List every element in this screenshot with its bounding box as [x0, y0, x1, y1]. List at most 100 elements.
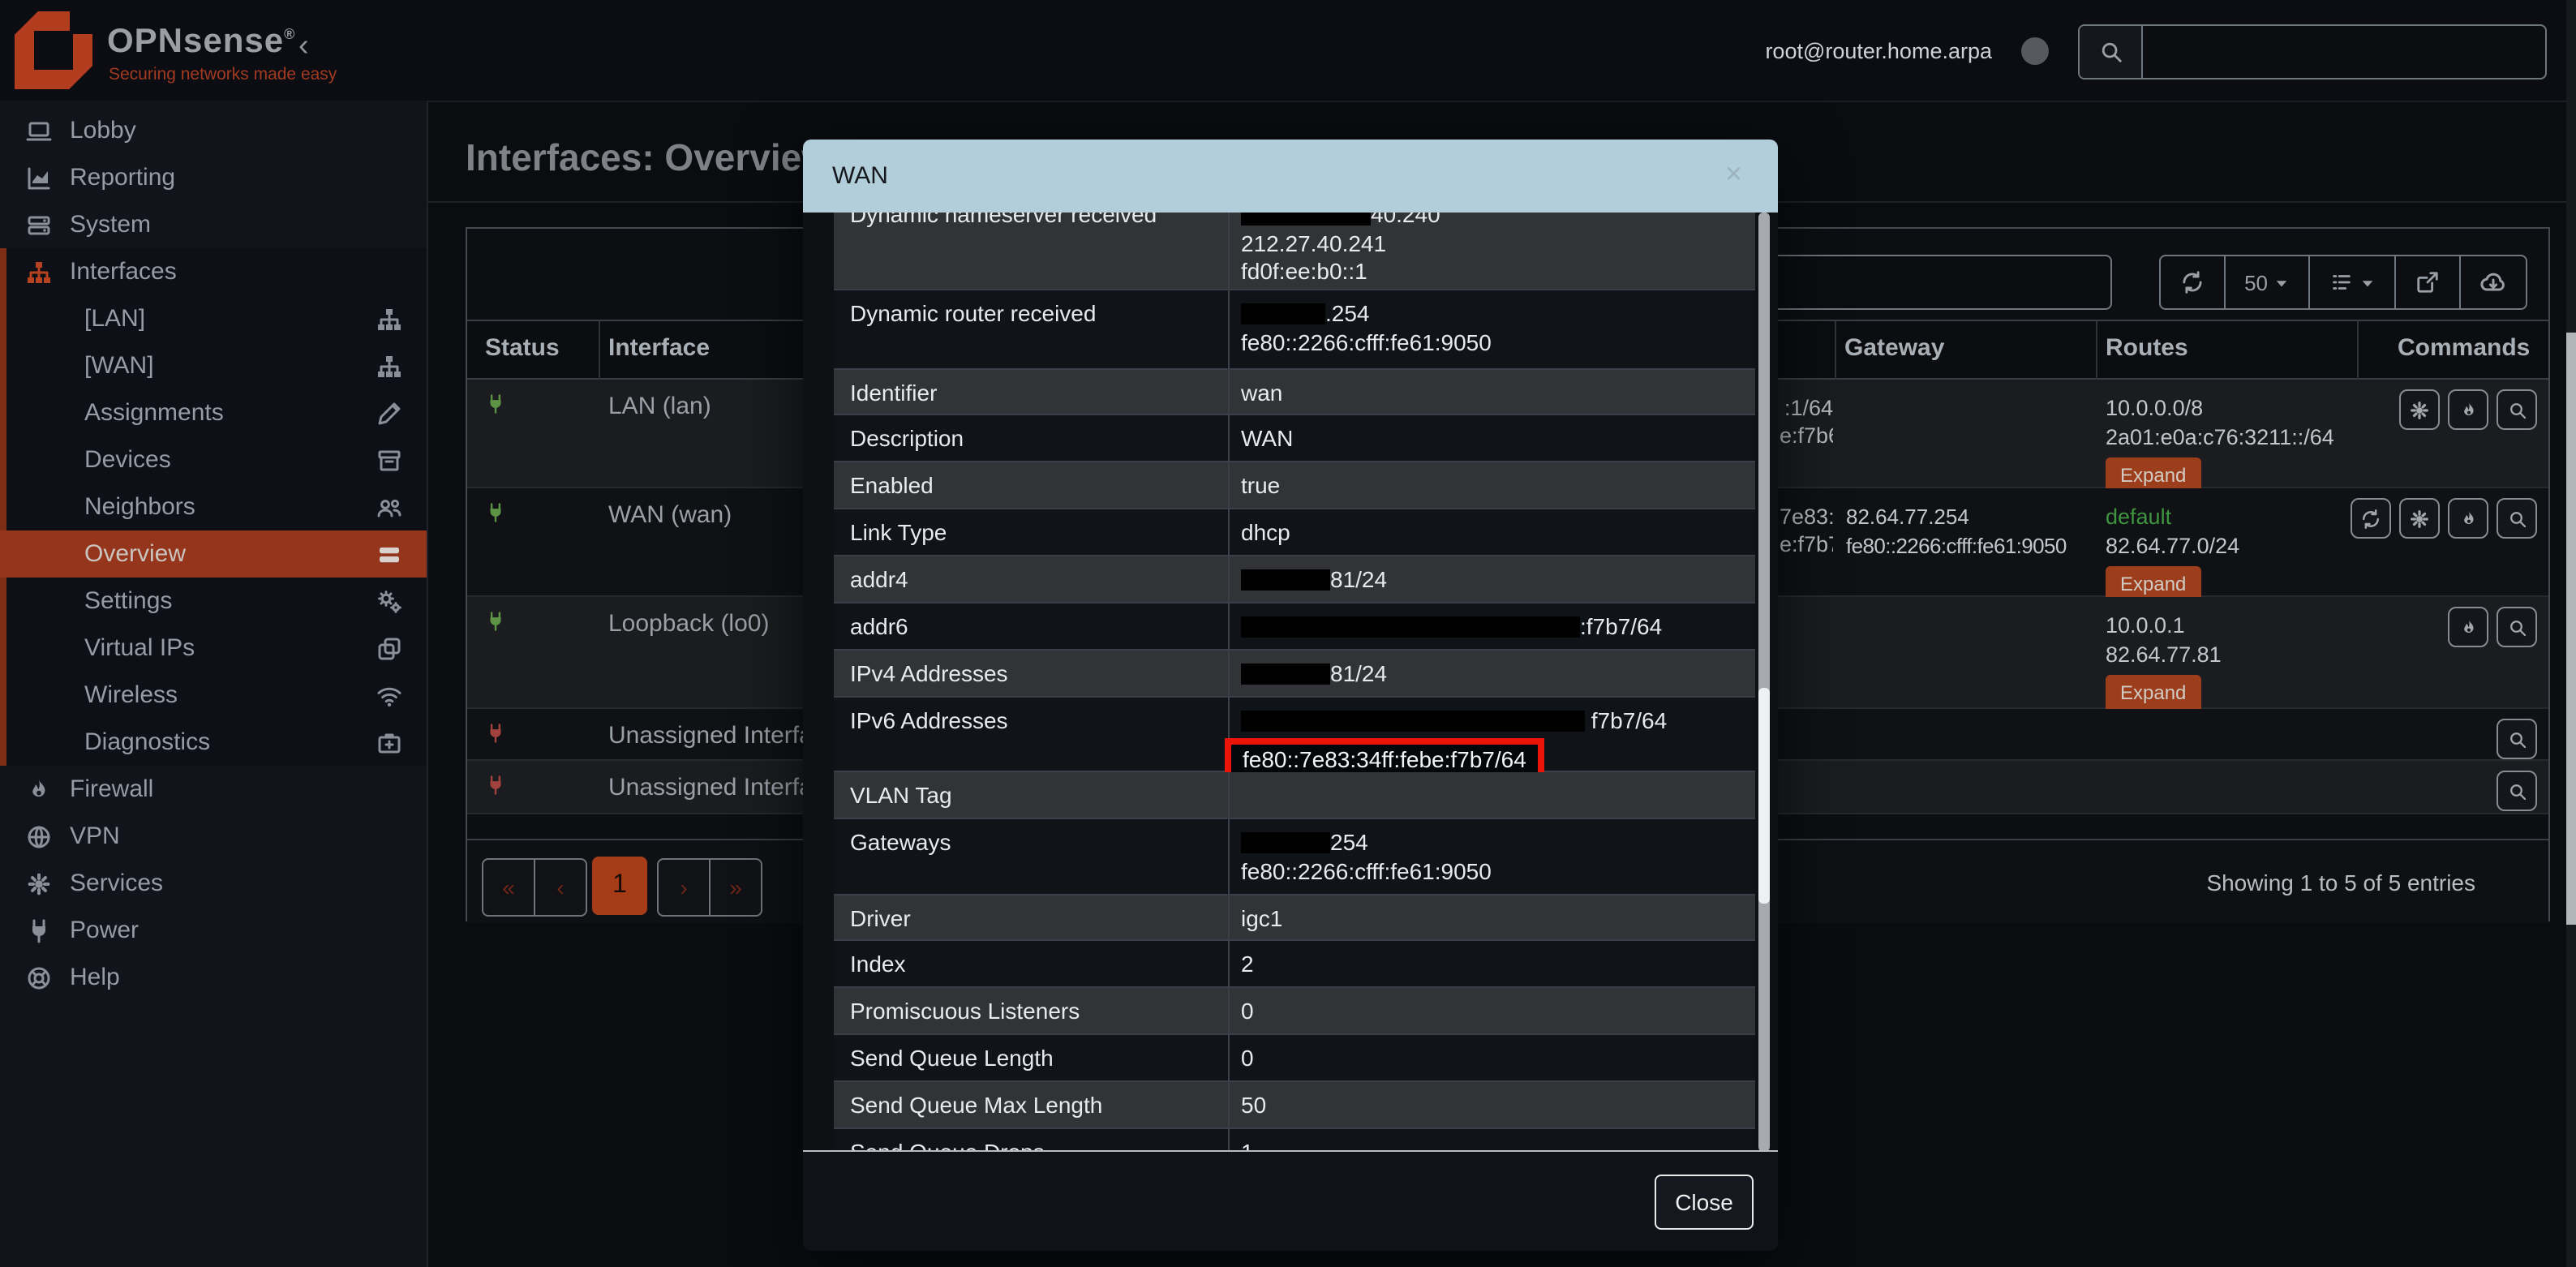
sidebar-item-wan[interactable]: [WAN]: [0, 342, 427, 389]
modal-scrollbar-thumb[interactable]: [1758, 688, 1770, 904]
download-button[interactable]: [2461, 256, 2526, 308]
magnifier-icon: [2507, 778, 2527, 804]
opnsense-logo-icon[interactable]: [15, 11, 92, 89]
details-command-button[interactable]: [2497, 719, 2537, 759]
cloud-download-icon: [2480, 269, 2506, 295]
details-command-button[interactable]: [2497, 607, 2537, 647]
firewall-command-button[interactable]: [2448, 389, 2488, 430]
registered-mark: ®: [284, 26, 295, 42]
sitemap-icon: [24, 259, 54, 285]
detail-row: Dynamic router received .254fe80::2266:c…: [834, 290, 1755, 370]
global-search-input[interactable]: [2143, 26, 2545, 78]
pagination-next[interactable]: ›: [657, 858, 711, 917]
detail-row: Driverigc1: [834, 895, 1755, 941]
sidebar-item-devices[interactable]: Devices: [0, 436, 427, 483]
detail-row: Link Typedhcp: [834, 509, 1755, 556]
refresh-button[interactable]: [2160, 256, 2225, 308]
expand-button[interactable]: Expand: [2106, 675, 2200, 713]
flame-icon: [2458, 505, 2478, 531]
flame-icon: [2458, 614, 2478, 640]
gear-icon: [2409, 505, 2430, 531]
details-command-button[interactable]: [2497, 498, 2537, 539]
search-icon: [2080, 26, 2143, 78]
col-commands[interactable]: Commands: [2398, 334, 2530, 362]
magnifier-icon: [2507, 614, 2527, 640]
wifi-icon: [375, 682, 404, 708]
sidebar-item-virtual-ips[interactable]: Virtual IPs: [0, 625, 427, 672]
detail-row: Send Queue Max Length50: [834, 1082, 1755, 1129]
page-size-dropdown[interactable]: 50: [2225, 256, 2310, 308]
detail-row: addr4 81/24: [834, 556, 1755, 603]
col-interface[interactable]: Interface: [608, 334, 710, 362]
globe-icon: [24, 823, 54, 849]
modal-scrollbar-track[interactable]: [1758, 213, 1770, 1152]
detail-row: Identifierwan: [834, 370, 1755, 415]
top-bar: OPNsense® Securing networks made easy ‹ …: [0, 0, 2576, 102]
redacted-value: [1241, 569, 1330, 591]
sidebar-item-settings[interactable]: Settings: [0, 578, 427, 625]
detail-row: Index2: [834, 941, 1755, 988]
sidebar-item-firewall[interactable]: Firewall: [0, 766, 427, 813]
modal-detail-table: Dynamic nameserver received 40.240212.27…: [834, 213, 1755, 1152]
table-toolbar: 50: [2158, 255, 2527, 310]
pagination-first[interactable]: «: [482, 858, 535, 917]
sidebar-item-vpn[interactable]: VPN: [0, 813, 427, 860]
logged-in-user[interactable]: root@router.home.arpa: [1765, 39, 1992, 63]
pencil-icon: [375, 400, 404, 426]
laptop-icon: [24, 118, 54, 144]
opnsense-app: OPNsense® Securing networks made easy ‹ …: [0, 0, 2576, 1267]
close-button[interactable]: Close: [1655, 1175, 1754, 1230]
details-command-button[interactable]: [2497, 389, 2537, 430]
pagination-last[interactable]: »: [709, 858, 762, 917]
pagination-prev[interactable]: ‹: [534, 858, 587, 917]
sidebar-item-power[interactable]: Power: [0, 907, 427, 954]
col-gateway[interactable]: Gateway: [1844, 334, 1944, 362]
col-routes[interactable]: Routes: [2106, 334, 2188, 362]
refresh-icon: [2179, 269, 2204, 295]
flame-icon: [2458, 397, 2478, 423]
sidebar-item-lobby[interactable]: Lobby: [0, 107, 427, 154]
status-up-plug-icon: [485, 391, 506, 417]
caret-down-icon: [2360, 275, 2375, 290]
server-icon: [24, 212, 54, 238]
details-command-button[interactable]: [2497, 771, 2537, 811]
detail-row: IPv4 Addresses 81/24: [834, 651, 1755, 698]
sidebar-item-lan[interactable]: [LAN]: [0, 295, 427, 342]
medkit-icon: [375, 729, 404, 755]
modal-body: Dynamic nameserver received 40.240212.27…: [803, 213, 1778, 1152]
sidebar-item-help[interactable]: Help: [0, 954, 427, 1001]
pagination-page-1[interactable]: 1: [592, 857, 647, 915]
sidebar-item-interfaces[interactable]: Interfaces: [0, 248, 427, 295]
gears-icon: [375, 588, 404, 614]
export-button[interactable]: [2396, 256, 2461, 308]
sidebar-item-overview[interactable]: Overview: [0, 530, 427, 578]
wan-details-modal: WAN × Dynamic nameserver received 40.240…: [803, 140, 1778, 1251]
settings-command-button[interactable]: [2399, 498, 2440, 539]
sidebar-item-wireless[interactable]: Wireless: [0, 672, 427, 719]
sidebar-item-services[interactable]: Services: [0, 860, 427, 907]
status-down-plug-icon: [485, 772, 506, 798]
sidebar-item-reporting[interactable]: Reporting: [0, 154, 427, 201]
modal-footer: Close: [803, 1150, 1778, 1251]
global-search: [2078, 24, 2547, 79]
settings-command-button[interactable]: [2399, 389, 2440, 430]
plug-icon: [24, 917, 54, 943]
firewall-command-button[interactable]: [2448, 607, 2488, 647]
close-icon[interactable]: ×: [1725, 157, 1742, 191]
sidebar-collapse-chevron-icon[interactable]: ‹: [298, 29, 309, 65]
sidebar-item-system[interactable]: System: [0, 201, 427, 248]
brand-title: OPNsense®: [107, 23, 295, 62]
col-status[interactable]: Status: [485, 334, 560, 362]
sidebar-item-neighbors[interactable]: Neighbors: [0, 483, 427, 530]
reload-command-button[interactable]: [2351, 498, 2391, 539]
window-scrollbar-track[interactable]: [2566, 0, 2576, 1267]
sidebar-item-assignments[interactable]: Assignments: [0, 389, 427, 436]
column-select-dropdown[interactable]: [2310, 256, 2396, 308]
window-scrollbar-thumb[interactable]: [2566, 333, 2576, 925]
firewall-command-button[interactable]: [2448, 498, 2488, 539]
sitemap-icon: [375, 353, 404, 379]
magnifier-icon: [2507, 505, 2527, 531]
sidebar-item-diagnostics[interactable]: Diagnostics: [0, 719, 427, 766]
refresh-icon: [2360, 505, 2381, 531]
modal-header: WAN ×: [803, 140, 1778, 213]
